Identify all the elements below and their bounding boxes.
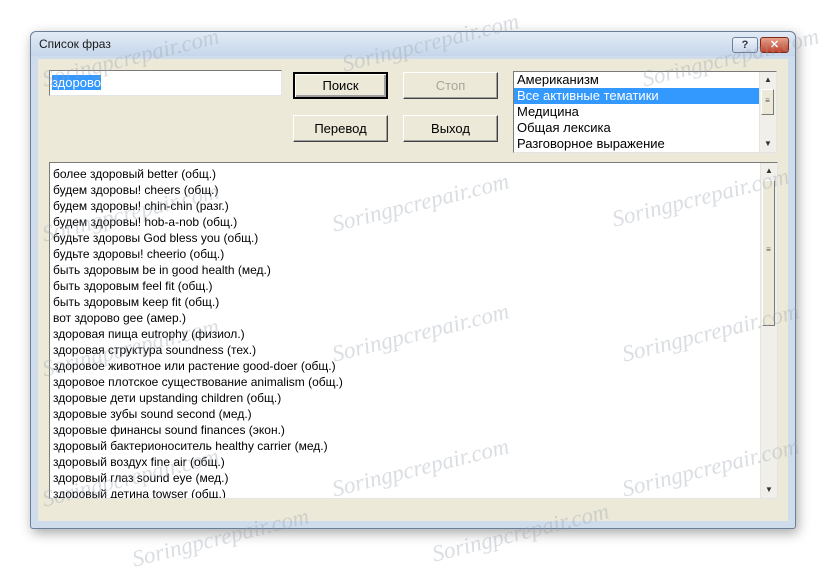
phrase-list-item[interactable]: здоровое плотское существование animalis… bbox=[50, 374, 777, 390]
phrase-list-item[interactable]: здоровые зубы sound second (мед.) bbox=[50, 406, 777, 422]
scroll-down-icon[interactable]: ▼ bbox=[760, 136, 776, 152]
help-button[interactable]: ? bbox=[732, 37, 758, 53]
theme-list-item[interactable]: Американизм bbox=[514, 72, 776, 88]
phrase-list-item[interactable]: более здоровый better (общ.) bbox=[50, 166, 777, 182]
grip-icon: ≡ bbox=[765, 96, 770, 105]
search-input[interactable]: здорово bbox=[49, 70, 282, 96]
phrases-scrollbar[interactable]: ▲ ≡ ▼ bbox=[760, 163, 777, 498]
scroll-up-icon[interactable]: ▲ bbox=[761, 163, 777, 179]
phrase-list-item[interactable]: будем здоровы! hob-a-nob (общ.) bbox=[50, 214, 777, 230]
phrase-list-item[interactable]: здоровые финансы sound finances (экон.) bbox=[50, 422, 777, 438]
exit-button[interactable]: Выход bbox=[403, 115, 498, 142]
phrase-list-item[interactable]: здоровый бактерионоситель healthy carrie… bbox=[50, 438, 777, 454]
phrase-list-item[interactable]: будьте здоровы God bless you (общ.) bbox=[50, 230, 777, 246]
translate-button[interactable]: Перевод bbox=[293, 115, 388, 142]
phrase-list-item[interactable]: быть здоровым be in good health (мед.) bbox=[50, 262, 777, 278]
phrase-list-item[interactable]: здоровый воздух fine air (общ.) bbox=[50, 454, 777, 470]
themes-list[interactable]: Американизм Все активные тематики Медицина… bbox=[513, 71, 777, 153]
scroll-thumb[interactable]: ≡ bbox=[761, 89, 774, 115]
themes-scrollbar[interactable]: ▲ ≡ ▼ bbox=[759, 72, 776, 152]
phrases-list[interactable]: более здоровый better (общ.) будем здоров… bbox=[49, 162, 778, 499]
phrase-list-item[interactable]: вот здорово gee (амер.) bbox=[50, 310, 777, 326]
title-bar[interactable]: Список фраз ? ✕ bbox=[31, 32, 795, 56]
phrase-list-item[interactable]: здоровая пища eutrophy (физиол.) bbox=[50, 326, 777, 342]
phrase-list-item[interactable]: здоровые дети upstanding children (общ.) bbox=[50, 390, 777, 406]
phrase-list-item[interactable]: будем здоровы! chin-chin (разг.) bbox=[50, 198, 777, 214]
search-button[interactable]: Поиск bbox=[293, 72, 388, 99]
close-button[interactable]: ✕ bbox=[760, 37, 789, 53]
theme-list-item[interactable]: Общая лексика bbox=[514, 120, 776, 136]
phrase-list-window: Список фраз ? ✕ здорово Поиск Стоп Перев… bbox=[30, 31, 796, 529]
phrase-list-item[interactable]: будьте здоровы! cheerio (общ.) bbox=[50, 246, 777, 262]
dialog-body: здорово Поиск Стоп Перевод Выход Америка… bbox=[38, 59, 788, 521]
phrase-list-item[interactable]: здоровый детина towser (общ.) bbox=[50, 486, 777, 498]
phrase-list-item[interactable]: здоровый глаз sound eye (мед.) bbox=[50, 470, 777, 486]
theme-list-item[interactable]: Все активные тематики bbox=[514, 88, 776, 104]
stop-button[interactable]: Стоп bbox=[403, 72, 498, 99]
search-input-value: здорово bbox=[52, 75, 101, 90]
phrase-list-item[interactable]: здоровое животное или растение good-doer… bbox=[50, 358, 777, 374]
theme-list-item[interactable]: Медицина bbox=[514, 104, 776, 120]
window-title: Список фраз bbox=[39, 37, 111, 51]
scroll-down-icon[interactable]: ▼ bbox=[761, 482, 777, 498]
scroll-up-icon[interactable]: ▲ bbox=[760, 72, 776, 88]
phrase-list-item[interactable]: быть здоровым keep fit (общ.) bbox=[50, 294, 777, 310]
phrase-list-item[interactable]: будем здоровы! cheers (общ.) bbox=[50, 182, 777, 198]
phrase-list-item[interactable]: быть здоровым feel fit (общ.) bbox=[50, 278, 777, 294]
grip-icon: ≡ bbox=[766, 245, 771, 254]
phrase-list-item[interactable]: здоровая структура soundness (тех.) bbox=[50, 342, 777, 358]
scroll-thumb[interactable]: ≡ bbox=[762, 180, 775, 326]
theme-list-item[interactable]: Разговорное выражение bbox=[514, 136, 776, 152]
